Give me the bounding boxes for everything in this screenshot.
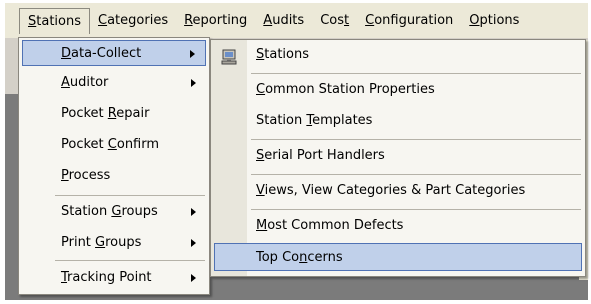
menu-label: ptions [479,12,520,28]
submenu-item-most-common-defects[interactable]: Most Common Defects [214,212,582,240]
menu-label: ategories [107,12,169,28]
accel: G [111,204,122,219]
item-label: Station [61,204,112,219]
item-label: ommon Station Properties [265,82,435,97]
accel: C [107,137,117,152]
submenu-item-common-station-properties[interactable]: Common Station Properties [214,76,582,104]
menu-separator [55,260,205,261]
menu-label: eporting [192,12,248,28]
item-label: Pocket [61,106,108,121]
item-label: erial Port Handlers [264,148,385,163]
accel: P [61,168,69,183]
menu-audits[interactable]: Audits [255,8,312,34]
menu-label: Cos [320,12,344,28]
item-label: Print [61,235,96,250]
accel: G [95,235,106,250]
menu-separator [251,73,581,74]
stations-dropdown: Data-Collect Auditor Pocket Repair Pocke… [18,37,210,295]
menu-configuration[interactable]: Configuration [357,8,461,34]
item-label: Station [256,113,307,128]
item-label: Top Co [256,250,300,265]
menu-label: onfiguration [374,12,454,28]
menu-separator [251,139,581,140]
submenu-item-serial-port-handlers[interactable]: Serial Port Handlers [214,142,582,170]
item-label: uditor [69,75,109,90]
submenu-arrow-icon [191,208,196,216]
item-label: onfirm [116,137,160,152]
menu-item-data-collect[interactable]: Data-Collect [22,40,206,66]
accel: V [256,183,265,198]
menu-categories[interactable]: Categories [90,8,176,34]
accel: O [469,12,480,28]
menu-options[interactable]: Options [461,8,527,34]
menu-item-print-groups[interactable]: Print Groups [22,230,206,256]
menu-stations[interactable]: Stations [19,7,91,34]
submenu-arrow-icon [191,79,196,87]
submenu-item-station-templates[interactable]: Station Templates [214,107,582,135]
menu-item-pocket-confirm[interactable]: Pocket Confirm [22,132,206,158]
item-label: Pocket [61,137,108,152]
menu-item-tracking-point[interactable]: Tracking Point [22,265,206,291]
item-label: ata-Collect [71,46,142,61]
accel: C [98,12,108,28]
item-label: ost Common Defects [267,218,404,233]
submenu-arrow-icon [190,50,195,58]
accel: t [344,12,350,28]
menu-label: udits [272,12,305,28]
accel: A [263,12,273,28]
accel: C [256,82,266,97]
menu-item-auditor[interactable]: Auditor [22,70,206,96]
item-label: epair [116,106,150,121]
menu-item-process[interactable]: Process [22,163,206,189]
submenu-item-stations[interactable]: Stations [214,41,582,69]
menu-label: tations [36,13,82,29]
item-label: emplates [312,113,373,128]
menu-separator [251,209,581,210]
menu-cost[interactable]: Cost [312,8,357,34]
menu-item-station-groups[interactable]: Station Groups [22,199,206,225]
accel: C [365,12,375,28]
accel: R [107,106,117,121]
item-label: rocess [68,168,111,183]
accel: A [61,75,70,90]
submenu-item-views-categories[interactable]: Views, View Categories & Part Categories [214,177,582,205]
item-label: tations [264,47,310,62]
menu-separator [55,195,205,196]
submenu-arrow-icon [191,239,196,247]
item-label: racking Point [67,270,152,285]
menu-reporting[interactable]: Reporting [176,8,255,34]
accel: R [184,12,193,28]
menu-separator [251,174,581,175]
item-label: iews, View Categories & Part Categories [264,183,526,198]
item-label: cerns [307,250,343,265]
item-label: roups [105,235,142,250]
accel: D [61,46,72,61]
item-label: roups [121,204,158,219]
submenu-item-top-concerns[interactable]: Top Concerns [214,243,582,271]
data-collect-submenu: Stations Common Station Properties Stati… [210,39,586,277]
menu-bar: Stations Categories Reporting Audits Cos… [5,2,588,38]
accel: M [256,218,268,233]
menu-item-pocket-repair[interactable]: Pocket Repair [22,101,206,127]
submenu-arrow-icon [191,274,196,282]
